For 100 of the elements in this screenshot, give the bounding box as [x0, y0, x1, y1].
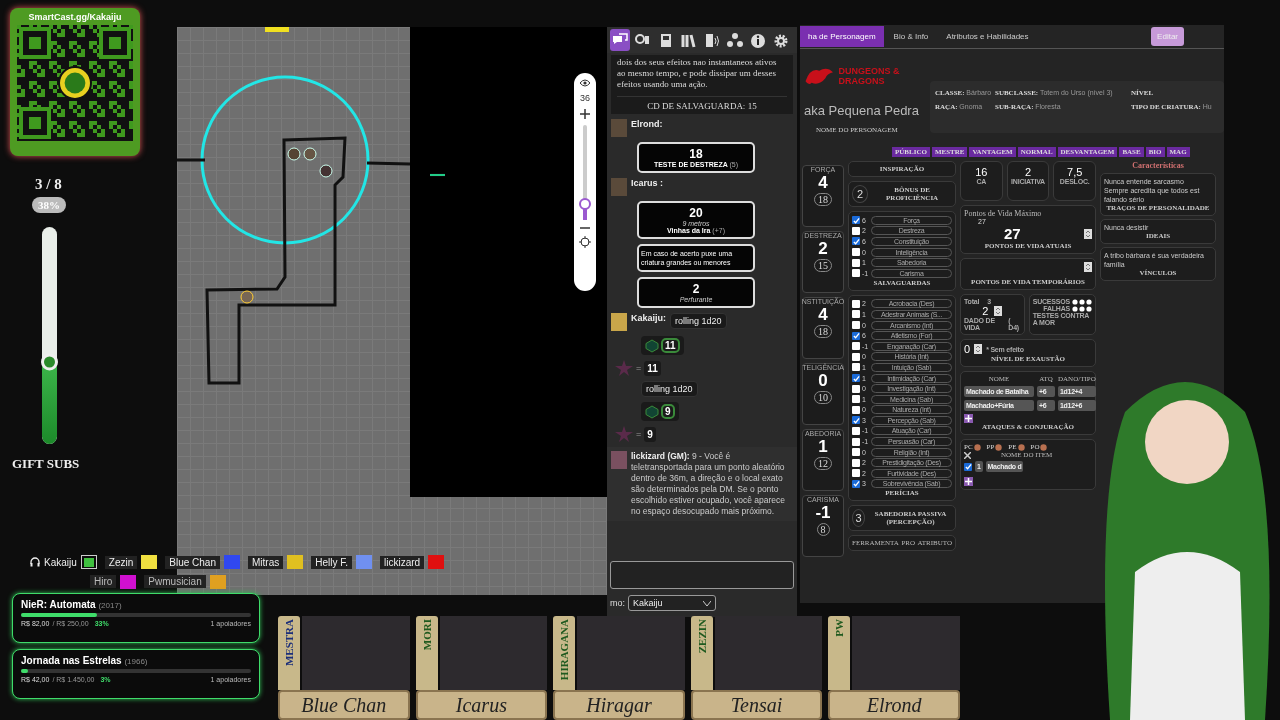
- roll-total: 11: [644, 360, 661, 376]
- ability-modifier: 0: [818, 371, 828, 391]
- goal-title: Jornada nas Estrelas (1966): [21, 655, 149, 666]
- coin-icon: [973, 443, 981, 451]
- plus-icon: [965, 415, 972, 422]
- checkbox[interactable]: [852, 269, 860, 278]
- stat-value: 7,5: [1066, 166, 1084, 178]
- equals-sign: =: [636, 363, 642, 373]
- stat-value: 2: [1023, 166, 1033, 178]
- speaker-label: mo:: [610, 598, 625, 608]
- author-name: Icarus :: [631, 178, 663, 188]
- goal-count: 3 / 8: [35, 176, 62, 193]
- equals-sign: =: [636, 429, 642, 439]
- sheet-tab[interactable]: Atributos e Habilidades: [938, 26, 1037, 47]
- stat-value: 16: [974, 166, 989, 178]
- save-dc: CD DE SALVAGUARDA: 15: [617, 96, 787, 112]
- roll-command: rolling 1d20: [670, 313, 727, 329]
- crosshair-icon[interactable]: [579, 236, 591, 248]
- checked-checkbox[interactable]: [852, 416, 860, 425]
- stepper-icon[interactable]: [994, 306, 1003, 316]
- spell-text: dois dos seus efeitos nao instantaneos ativos ao mesmo tempo, e pode dissipar um desses efeitos usando uma ação.: [617, 57, 778, 90]
- speaker-select[interactable]: Kakaiju: [628, 595, 716, 611]
- close-icon[interactable]: [964, 451, 971, 459]
- check-icon: [852, 238, 860, 245]
- character-name: Hiragar: [586, 693, 652, 717]
- player-name: MORI: [420, 619, 433, 651]
- chat-tab[interactable]: [610, 29, 630, 51]
- checkbox[interactable]: [852, 437, 860, 446]
- checkbox[interactable]: [852, 310, 860, 319]
- player-avatar: [611, 119, 627, 137]
- checkbox[interactable]: [852, 427, 860, 435]
- participant-name: Kakaiju: [44, 556, 77, 568]
- checkbox[interactable]: [852, 342, 860, 351]
- speaker-icon: [703, 31, 721, 49]
- stepper-icon[interactable]: [1084, 228, 1092, 239]
- checkbox[interactable]: [852, 352, 860, 361]
- eye-icon[interactable]: [579, 79, 591, 87]
- checkbox[interactable]: [852, 448, 860, 457]
- checked-checkbox[interactable]: [964, 462, 972, 471]
- player-name: PW: [833, 619, 846, 637]
- checked-checkbox[interactable]: [852, 479, 860, 488]
- character-name: Tensai: [730, 693, 783, 717]
- gm-message: lickizard (GM): 9 - Você é teletransportada para um ponto aleatório dentro de 36m, a direção e o local exato são determinados pela DM. Se o ponto escolhido estiver ocupado, você aparece no espaço desocupado mais próximo.: [631, 451, 787, 517]
- headset-icon: [30, 557, 40, 568]
- logo-text: DUNGEONS & DRAGONS: [838, 66, 901, 86]
- sheet-tab[interactable]: ha de Personagem: [800, 26, 884, 47]
- dice-value: 9: [661, 404, 675, 419]
- checkbox[interactable]: [852, 469, 860, 478]
- participant-name: Pwmusician: [144, 575, 206, 589]
- roll-result: 18: [688, 147, 704, 161]
- checkbox[interactable]: [852, 226, 860, 235]
- check-icon: [852, 216, 860, 224]
- roll-total: 9: [644, 426, 656, 442]
- ability-modifier: 2: [818, 239, 828, 259]
- nodes-icon: [726, 31, 744, 49]
- checked-checkbox[interactable]: [852, 237, 860, 246]
- hp-title: Pontos de Vida Máximo: [964, 209, 1043, 218]
- checkbox[interactable]: [852, 248, 860, 257]
- participant-name: Zezin: [104, 555, 138, 569]
- add-button[interactable]: [964, 477, 973, 486]
- add-button[interactable]: [964, 414, 973, 423]
- chat-input[interactable]: [610, 561, 794, 589]
- player-avatar: [611, 178, 627, 196]
- traits-title: Características: [1131, 161, 1185, 170]
- ability-modifier: 4: [818, 305, 828, 325]
- ability-modifier: 4: [818, 173, 828, 193]
- d20-icon: [645, 404, 659, 419]
- checkbox[interactable]: [852, 395, 860, 404]
- checkbox[interactable]: [852, 384, 860, 393]
- sheet-tab[interactable]: Bio & Info: [885, 26, 937, 47]
- checkbox[interactable]: [852, 299, 860, 308]
- checked-checkbox[interactable]: [852, 374, 860, 382]
- checkbox[interactable]: [852, 405, 860, 414]
- check-icon: [852, 332, 860, 340]
- zoom-in-icon[interactable]: [580, 109, 590, 119]
- character-name: aka Pequena Pedra: [804, 103, 920, 118]
- checkbox[interactable]: [852, 321, 860, 330]
- current-hp: 27: [1004, 225, 1021, 242]
- goal-label: GIFT SUBS: [12, 456, 80, 472]
- check-icon: [852, 416, 860, 424]
- checkbox[interactable]: [852, 258, 860, 267]
- exhaustion-value: 0: [964, 343, 971, 355]
- goal-title: NieR: Automata (2017): [21, 599, 123, 610]
- zoom-slider-thumb[interactable]: [579, 197, 591, 210]
- checkbox[interactable]: [852, 458, 860, 467]
- qr-link-text: SmartCast.gg/Kakaiju: [28, 12, 122, 22]
- player-name: ZEZIN: [695, 619, 708, 654]
- ability-modifier: -1: [815, 503, 831, 523]
- checked-checkbox[interactable]: [852, 331, 860, 340]
- roll-command: rolling 1d20: [641, 381, 698, 397]
- player-avatar: [611, 313, 627, 331]
- zoom-out-icon[interactable]: [580, 226, 590, 230]
- info-icon: [749, 31, 767, 49]
- checked-checkbox[interactable]: [852, 216, 860, 225]
- chevron-icon: [703, 600, 711, 606]
- damage-value: 2: [691, 282, 701, 296]
- check-icon: [852, 374, 860, 382]
- stepper-icon[interactable]: [974, 344, 983, 354]
- gm-avatar: [611, 451, 627, 469]
- checkbox[interactable]: [852, 363, 860, 372]
